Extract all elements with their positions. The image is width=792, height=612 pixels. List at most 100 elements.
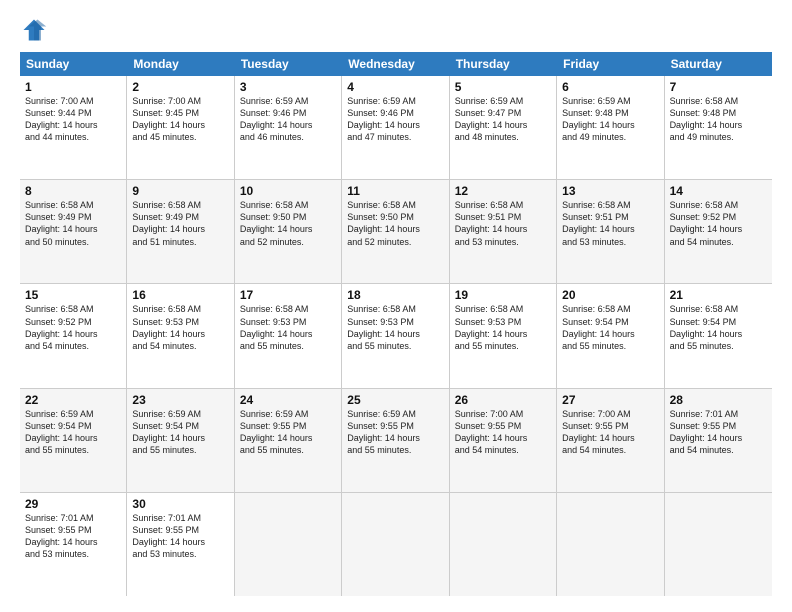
calendar-week-1: 1Sunrise: 7:00 AMSunset: 9:44 PMDaylight… — [20, 76, 772, 180]
cell-details: Sunrise: 6:59 AMSunset: 9:47 PMDaylight:… — [455, 95, 551, 144]
calendar-cell: 29Sunrise: 7:01 AMSunset: 9:55 PMDayligh… — [20, 493, 127, 596]
calendar-cell: 3Sunrise: 6:59 AMSunset: 9:46 PMDaylight… — [235, 76, 342, 179]
cell-details: Sunrise: 7:00 AMSunset: 9:45 PMDaylight:… — [132, 95, 228, 144]
day-number: 30 — [132, 497, 228, 511]
calendar-cell: 4Sunrise: 6:59 AMSunset: 9:46 PMDaylight… — [342, 76, 449, 179]
page: SundayMondayTuesdayWednesdayThursdayFrid… — [0, 0, 792, 612]
cell-details: Sunrise: 7:01 AMSunset: 9:55 PMDaylight:… — [670, 408, 767, 457]
calendar-cell: 5Sunrise: 6:59 AMSunset: 9:47 PMDaylight… — [450, 76, 557, 179]
cell-details: Sunrise: 6:58 AMSunset: 9:49 PMDaylight:… — [25, 199, 121, 248]
calendar-cell: 24Sunrise: 6:59 AMSunset: 9:55 PMDayligh… — [235, 389, 342, 492]
header-day-friday: Friday — [557, 52, 664, 76]
calendar-cell: 13Sunrise: 6:58 AMSunset: 9:51 PMDayligh… — [557, 180, 664, 283]
day-number: 7 — [670, 80, 767, 94]
calendar-cell — [342, 493, 449, 596]
day-number: 5 — [455, 80, 551, 94]
day-number: 11 — [347, 184, 443, 198]
calendar-cell: 20Sunrise: 6:58 AMSunset: 9:54 PMDayligh… — [557, 284, 664, 387]
cell-details: Sunrise: 6:59 AMSunset: 9:46 PMDaylight:… — [240, 95, 336, 144]
calendar-cell: 15Sunrise: 6:58 AMSunset: 9:52 PMDayligh… — [20, 284, 127, 387]
day-number: 12 — [455, 184, 551, 198]
calendar-cell — [235, 493, 342, 596]
calendar-cell: 16Sunrise: 6:58 AMSunset: 9:53 PMDayligh… — [127, 284, 234, 387]
calendar-cell: 23Sunrise: 6:59 AMSunset: 9:54 PMDayligh… — [127, 389, 234, 492]
cell-details: Sunrise: 6:58 AMSunset: 9:50 PMDaylight:… — [347, 199, 443, 248]
cell-details: Sunrise: 6:59 AMSunset: 9:54 PMDaylight:… — [132, 408, 228, 457]
day-number: 24 — [240, 393, 336, 407]
cell-details: Sunrise: 6:59 AMSunset: 9:55 PMDaylight:… — [347, 408, 443, 457]
calendar-header: SundayMondayTuesdayWednesdayThursdayFrid… — [20, 52, 772, 76]
calendar-cell: 26Sunrise: 7:00 AMSunset: 9:55 PMDayligh… — [450, 389, 557, 492]
cell-details: Sunrise: 6:58 AMSunset: 9:53 PMDaylight:… — [132, 303, 228, 352]
cell-details: Sunrise: 6:59 AMSunset: 9:55 PMDaylight:… — [240, 408, 336, 457]
day-number: 15 — [25, 288, 121, 302]
calendar-cell: 30Sunrise: 7:01 AMSunset: 9:55 PMDayligh… — [127, 493, 234, 596]
day-number: 10 — [240, 184, 336, 198]
cell-details: Sunrise: 7:01 AMSunset: 9:55 PMDaylight:… — [25, 512, 121, 561]
day-number: 1 — [25, 80, 121, 94]
cell-details: Sunrise: 7:00 AMSunset: 9:55 PMDaylight:… — [562, 408, 658, 457]
cell-details: Sunrise: 6:58 AMSunset: 9:54 PMDaylight:… — [562, 303, 658, 352]
day-number: 13 — [562, 184, 658, 198]
calendar-body: 1Sunrise: 7:00 AMSunset: 9:44 PMDaylight… — [20, 76, 772, 596]
calendar-cell: 12Sunrise: 6:58 AMSunset: 9:51 PMDayligh… — [450, 180, 557, 283]
calendar-week-2: 8Sunrise: 6:58 AMSunset: 9:49 PMDaylight… — [20, 180, 772, 284]
day-number: 4 — [347, 80, 443, 94]
day-number: 22 — [25, 393, 121, 407]
day-number: 20 — [562, 288, 658, 302]
header — [20, 16, 772, 44]
calendar-cell: 22Sunrise: 6:59 AMSunset: 9:54 PMDayligh… — [20, 389, 127, 492]
cell-details: Sunrise: 6:58 AMSunset: 9:49 PMDaylight:… — [132, 199, 228, 248]
cell-details: Sunrise: 6:58 AMSunset: 9:53 PMDaylight:… — [240, 303, 336, 352]
header-day-monday: Monday — [127, 52, 234, 76]
day-number: 14 — [670, 184, 767, 198]
calendar-cell: 27Sunrise: 7:00 AMSunset: 9:55 PMDayligh… — [557, 389, 664, 492]
day-number: 18 — [347, 288, 443, 302]
calendar-cell: 9Sunrise: 6:58 AMSunset: 9:49 PMDaylight… — [127, 180, 234, 283]
header-day-sunday: Sunday — [20, 52, 127, 76]
logo-icon — [20, 16, 48, 44]
day-number: 27 — [562, 393, 658, 407]
calendar-cell: 8Sunrise: 6:58 AMSunset: 9:49 PMDaylight… — [20, 180, 127, 283]
calendar: SundayMondayTuesdayWednesdayThursdayFrid… — [20, 52, 772, 596]
cell-details: Sunrise: 6:58 AMSunset: 9:48 PMDaylight:… — [670, 95, 767, 144]
calendar-cell: 1Sunrise: 7:00 AMSunset: 9:44 PMDaylight… — [20, 76, 127, 179]
calendar-cell: 21Sunrise: 6:58 AMSunset: 9:54 PMDayligh… — [665, 284, 772, 387]
calendar-week-3: 15Sunrise: 6:58 AMSunset: 9:52 PMDayligh… — [20, 284, 772, 388]
calendar-cell: 2Sunrise: 7:00 AMSunset: 9:45 PMDaylight… — [127, 76, 234, 179]
cell-details: Sunrise: 6:58 AMSunset: 9:53 PMDaylight:… — [455, 303, 551, 352]
calendar-cell: 10Sunrise: 6:58 AMSunset: 9:50 PMDayligh… — [235, 180, 342, 283]
day-number: 28 — [670, 393, 767, 407]
cell-details: Sunrise: 6:58 AMSunset: 9:51 PMDaylight:… — [455, 199, 551, 248]
cell-details: Sunrise: 6:59 AMSunset: 9:54 PMDaylight:… — [25, 408, 121, 457]
cell-details: Sunrise: 6:58 AMSunset: 9:52 PMDaylight:… — [25, 303, 121, 352]
day-number: 6 — [562, 80, 658, 94]
cell-details: Sunrise: 6:59 AMSunset: 9:46 PMDaylight:… — [347, 95, 443, 144]
cell-details: Sunrise: 6:58 AMSunset: 9:51 PMDaylight:… — [562, 199, 658, 248]
day-number: 23 — [132, 393, 228, 407]
cell-details: Sunrise: 6:58 AMSunset: 9:50 PMDaylight:… — [240, 199, 336, 248]
calendar-cell: 25Sunrise: 6:59 AMSunset: 9:55 PMDayligh… — [342, 389, 449, 492]
cell-details: Sunrise: 7:00 AMSunset: 9:55 PMDaylight:… — [455, 408, 551, 457]
calendar-cell: 28Sunrise: 7:01 AMSunset: 9:55 PMDayligh… — [665, 389, 772, 492]
day-number: 19 — [455, 288, 551, 302]
day-number: 16 — [132, 288, 228, 302]
day-number: 2 — [132, 80, 228, 94]
logo — [20, 16, 52, 44]
calendar-cell: 18Sunrise: 6:58 AMSunset: 9:53 PMDayligh… — [342, 284, 449, 387]
calendar-cell: 6Sunrise: 6:59 AMSunset: 9:48 PMDaylight… — [557, 76, 664, 179]
calendar-cell: 14Sunrise: 6:58 AMSunset: 9:52 PMDayligh… — [665, 180, 772, 283]
cell-details: Sunrise: 6:58 AMSunset: 9:52 PMDaylight:… — [670, 199, 767, 248]
calendar-cell: 11Sunrise: 6:58 AMSunset: 9:50 PMDayligh… — [342, 180, 449, 283]
header-day-thursday: Thursday — [450, 52, 557, 76]
calendar-week-4: 22Sunrise: 6:59 AMSunset: 9:54 PMDayligh… — [20, 389, 772, 493]
day-number: 17 — [240, 288, 336, 302]
header-day-tuesday: Tuesday — [235, 52, 342, 76]
calendar-cell — [665, 493, 772, 596]
day-number: 8 — [25, 184, 121, 198]
day-number: 3 — [240, 80, 336, 94]
calendar-cell — [557, 493, 664, 596]
cell-details: Sunrise: 6:58 AMSunset: 9:54 PMDaylight:… — [670, 303, 767, 352]
calendar-week-5: 29Sunrise: 7:01 AMSunset: 9:55 PMDayligh… — [20, 493, 772, 596]
header-day-saturday: Saturday — [665, 52, 772, 76]
